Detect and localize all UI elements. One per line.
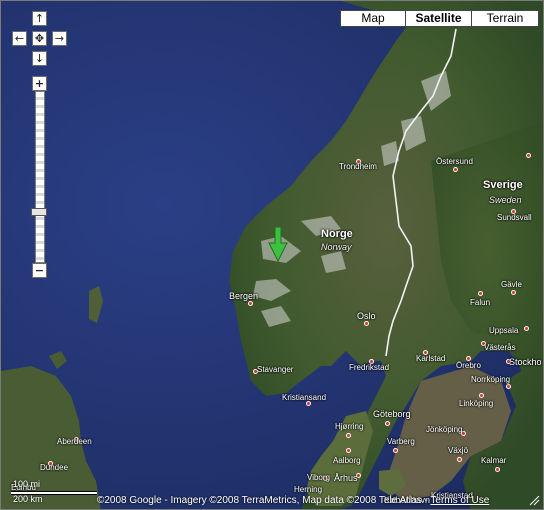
city-dot bbox=[393, 448, 398, 453]
label-stavanger: Stavanger bbox=[257, 365, 294, 374]
location-marker-icon[interactable] bbox=[268, 227, 288, 263]
copyright-notice: ©2008 Google - Imagery ©2008 TerraMetric… bbox=[97, 495, 489, 506]
city-dot bbox=[248, 301, 253, 306]
label-vaxjo: Växjö bbox=[448, 446, 469, 455]
city-dot bbox=[524, 326, 529, 331]
label-sundsvall: Sundsvall bbox=[497, 213, 532, 222]
label-sweden: Sweden bbox=[489, 195, 522, 205]
orkney-islands bbox=[49, 351, 67, 369]
map-type-selector: Map Satellite Terrain bbox=[340, 10, 539, 27]
map-viewport[interactable]: ↑ ← ✥ → ↓ + − Map Satellite Terrain Tron… bbox=[0, 0, 544, 510]
label-hjorring: Hjørring bbox=[335, 422, 364, 431]
arrow-up-icon: ↑ bbox=[34, 12, 45, 25]
shetland-islands bbox=[89, 286, 103, 323]
label-vasteras: Västerås bbox=[484, 343, 516, 352]
pan-up-button[interactable]: ↑ bbox=[32, 11, 47, 26]
label-norrkoping: Norrköping bbox=[471, 375, 511, 384]
scale-imperial: 100 mi bbox=[13, 479, 41, 489]
pan-center-icon: ✥ bbox=[34, 32, 45, 45]
arrow-left-icon: ← bbox=[14, 32, 25, 45]
city-dot bbox=[495, 467, 500, 472]
label-orebro: Örebro bbox=[456, 361, 481, 370]
label-oslo: Oslo bbox=[357, 311, 376, 321]
label-gavle: Gävle bbox=[501, 280, 522, 289]
label-karlstad: Karlstad bbox=[416, 354, 446, 363]
city-dot bbox=[346, 448, 351, 453]
zoom-slider-thumb[interactable] bbox=[31, 208, 47, 216]
label-ostersund: Östersund bbox=[436, 157, 473, 166]
label-jonkoping: Jönköping bbox=[426, 425, 463, 434]
city-dot bbox=[364, 321, 369, 326]
scale-metric: 200 km bbox=[13, 494, 43, 504]
pan-left-button[interactable]: ← bbox=[12, 31, 27, 46]
label-norge: Norge bbox=[321, 228, 353, 240]
label-aarhus: Århus bbox=[334, 473, 358, 483]
label-aalborg: Aalborg bbox=[333, 456, 361, 465]
label-uppsala: Uppsala bbox=[489, 326, 519, 335]
label-bergen: Bergen bbox=[229, 291, 259, 301]
resize-corner-icon[interactable] bbox=[530, 496, 540, 506]
label-trondheim: Trondheim bbox=[339, 162, 377, 171]
label-dundee: Dundee bbox=[40, 463, 69, 472]
label-fredrikstad: Fredrikstad bbox=[349, 363, 390, 372]
scale-bar: 100 mi 200 km bbox=[9, 479, 99, 507]
pan-down-button[interactable]: ↓ bbox=[32, 51, 47, 66]
pan-center-button[interactable]: ✥ bbox=[32, 31, 47, 46]
label-viborg: Viborg bbox=[307, 473, 330, 482]
city-dot bbox=[526, 153, 531, 158]
pan-right-button[interactable]: → bbox=[52, 31, 67, 46]
zoom-slider-track[interactable] bbox=[35, 91, 45, 263]
terms-of-use-link[interactable]: Terms of Use bbox=[430, 495, 489, 506]
arrow-down-icon: ↓ bbox=[34, 52, 45, 65]
arrow-right-icon: → bbox=[54, 32, 65, 45]
city-dot bbox=[478, 291, 483, 296]
zoom-in-button[interactable]: + bbox=[32, 76, 47, 91]
label-norway: Norway bbox=[321, 242, 352, 252]
label-kalmar: Kalmar bbox=[481, 456, 507, 465]
label-sverige: Sverige bbox=[483, 179, 523, 191]
zoom-out-button[interactable]: − bbox=[32, 263, 47, 278]
city-dot bbox=[457, 457, 462, 462]
label-goteborg: Göteborg bbox=[373, 409, 411, 419]
label-aberdeen: Aberdeen bbox=[57, 437, 92, 446]
map-type-satellite-button[interactable]: Satellite bbox=[405, 10, 472, 27]
city-dot bbox=[346, 433, 351, 438]
city-dot bbox=[453, 167, 458, 172]
label-linkoping: Linköping bbox=[459, 399, 494, 408]
label-kristiansand: Kristiansand bbox=[282, 393, 327, 402]
label-herning: Herning bbox=[294, 485, 323, 494]
city-dot bbox=[479, 393, 484, 398]
label-falun: Falun bbox=[470, 298, 491, 307]
copyright-text: ©2008 Google - Imagery ©2008 TerraMetric… bbox=[97, 495, 431, 506]
map-type-map-button[interactable]: Map bbox=[340, 10, 406, 27]
city-dot bbox=[385, 421, 390, 426]
label-stockholm: Stockho bbox=[509, 357, 542, 367]
city-dot bbox=[506, 384, 511, 389]
map-type-terrain-button[interactable]: Terrain bbox=[471, 10, 539, 27]
label-varberg: Varberg bbox=[387, 437, 415, 446]
city-dot bbox=[511, 290, 516, 295]
